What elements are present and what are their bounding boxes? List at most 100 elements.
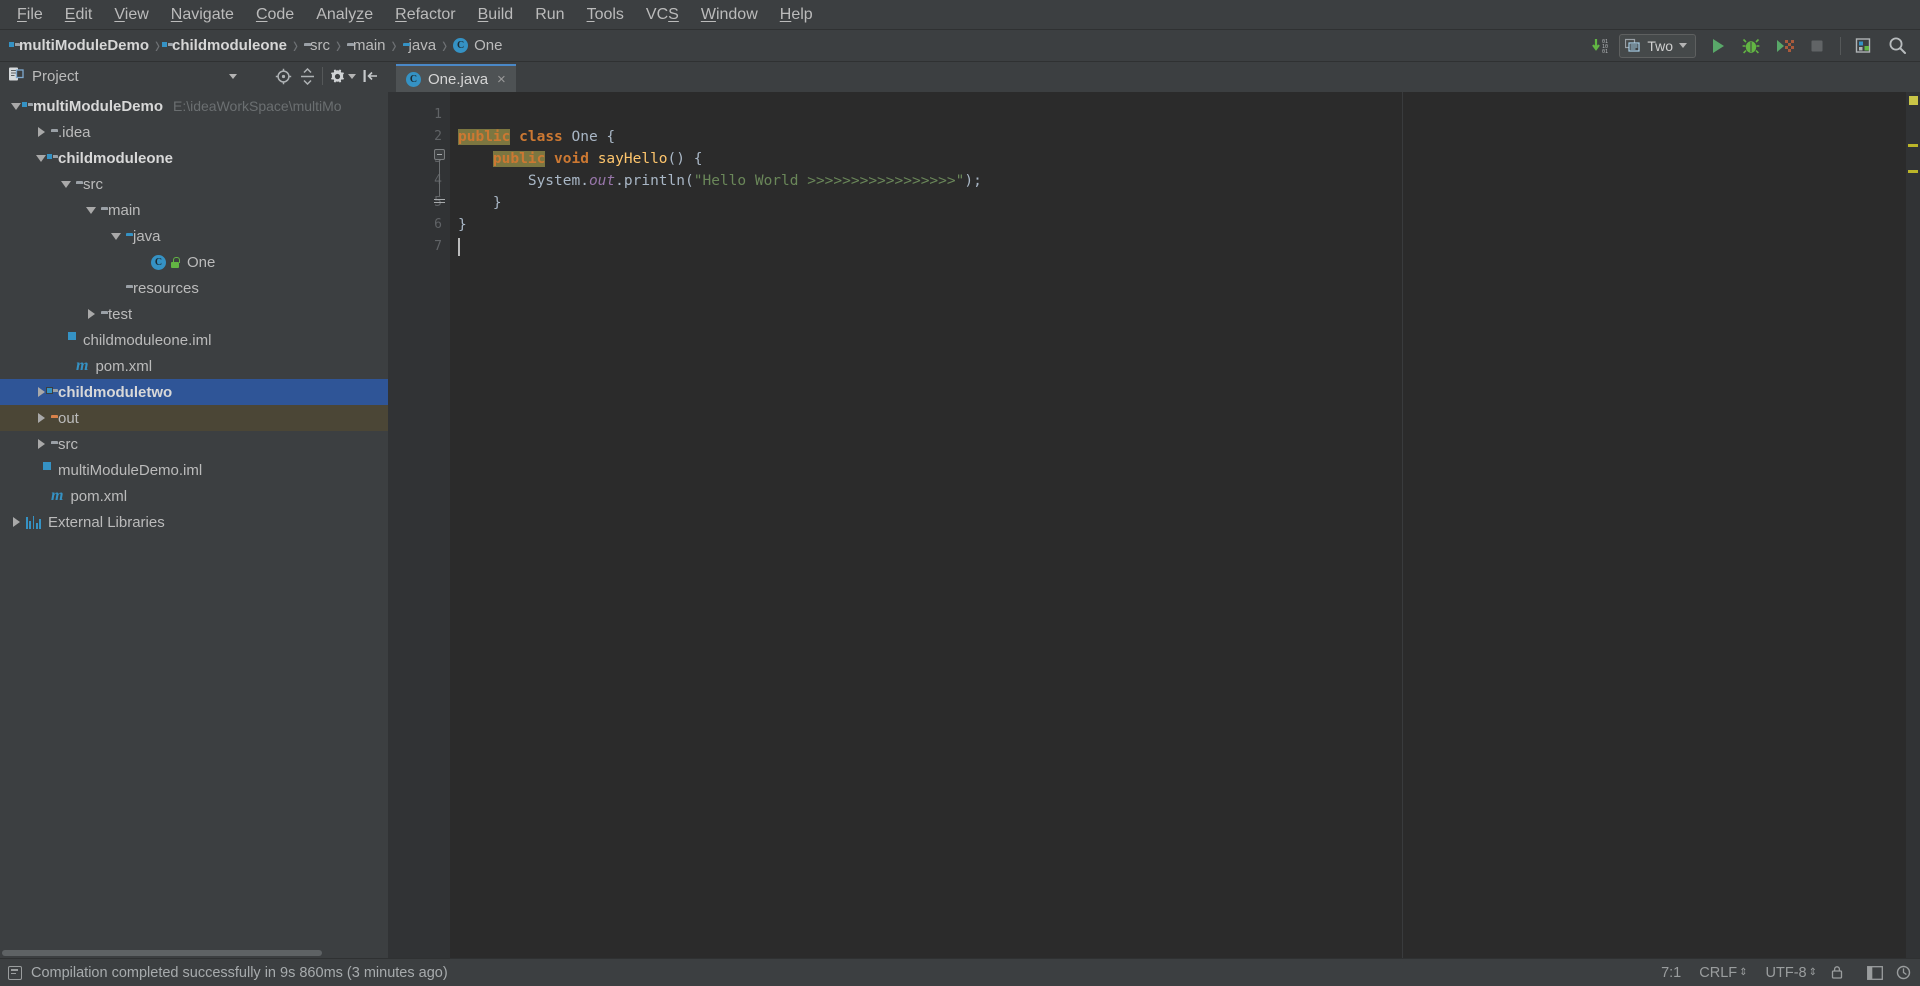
tree-node-label: multiModuleDemo [33, 97, 163, 115]
code-line[interactable]: public void sayHello() { [450, 148, 1906, 170]
run-configuration-selector[interactable]: Two [1619, 33, 1696, 58]
caret-position[interactable]: 7:1 [1652, 963, 1690, 983]
menu-item-file[interactable]: File [6, 2, 54, 28]
line-number-gutter[interactable]: 1234567 [388, 92, 450, 958]
tree-node--idea[interactable]: .idea [0, 119, 388, 145]
read-only-lock-icon[interactable] [1826, 963, 1848, 983]
collapse-all-icon[interactable] [295, 65, 319, 87]
menu-item-window[interactable]: Window [690, 2, 769, 28]
code-line[interactable]: System.out.println("Hello World >>>>>>>>… [450, 170, 1906, 192]
tree-node-multimoduledemo-iml[interactable]: multiModuleDemo.iml [0, 457, 388, 483]
chevron-right-icon[interactable] [33, 436, 49, 452]
code-line[interactable] [450, 104, 1906, 126]
text-caret [458, 238, 460, 256]
project-structure-button[interactable] [1849, 33, 1879, 59]
warning-marker[interactable] [1908, 170, 1918, 173]
code-line[interactable] [450, 236, 1906, 258]
chevron-right-icon[interactable] [33, 124, 49, 140]
status-message-area[interactable]: Compilation completed successfully in 9s… [8, 965, 1652, 981]
encoding-label: UTF-8 [1765, 964, 1807, 981]
tree-node-src[interactable]: src [0, 171, 388, 197]
project-tree[interactable]: multiModuleDemo E:\ideaWorkSpace\multiMo.… [0, 90, 388, 948]
chevron-right-icon[interactable] [83, 306, 99, 322]
debug-button[interactable] [1736, 33, 1766, 59]
tree-node-test[interactable]: test [0, 301, 388, 327]
breadcrumb-src[interactable]: src [299, 35, 335, 56]
inspection-status-icon[interactable] [1909, 96, 1918, 105]
menu-item-view[interactable]: View [103, 2, 159, 28]
chevron-down-icon[interactable] [108, 228, 124, 244]
tree-node-label: resources [133, 279, 199, 297]
code-editor[interactable]: 1234567 public class One { public void s… [388, 92, 1920, 958]
tree-node-one[interactable]: C One [0, 249, 388, 275]
tree-node-pom-xml[interactable]: m pom.xml [0, 483, 388, 509]
run-button[interactable] [1703, 33, 1733, 59]
tree-node-resources[interactable]: resources [0, 275, 388, 301]
file-encoding[interactable]: UTF-8 ⇕ [1757, 963, 1826, 983]
menu-item-run[interactable]: Run [524, 2, 575, 28]
menu-item-analyze[interactable]: Analyze [305, 2, 384, 28]
menu-item-refactor[interactable]: Refactor [384, 2, 466, 28]
tree-node-external-libraries[interactable]: External Libraries [0, 509, 388, 535]
warning-marker[interactable] [1908, 144, 1918, 147]
code-token: One { [562, 129, 616, 145]
fold-region-line [439, 160, 440, 196]
settings-gear-icon[interactable] [326, 65, 358, 87]
chevron-down-icon[interactable] [58, 176, 74, 192]
breadcrumb-java[interactable]: java [398, 35, 442, 56]
breadcrumb-one[interactable]: C One [448, 35, 507, 56]
line-separator[interactable]: CRLF ⇕ [1690, 963, 1756, 983]
chevron-right-icon[interactable] [33, 410, 49, 426]
breadcrumb-separator: › [442, 31, 448, 60]
run-with-coverage-button[interactable] [1769, 33, 1799, 59]
breadcrumb-multimoduledemo[interactable]: multiModuleDemo [8, 35, 154, 56]
tree-node-multimoduledemo[interactable]: multiModuleDemo E:\ideaWorkSpace\multiMo [0, 93, 388, 119]
chevron-down-icon[interactable] [83, 202, 99, 218]
editor-marker-bar[interactable] [1906, 92, 1920, 958]
project-horizontal-scrollbar[interactable] [0, 948, 388, 958]
code-line[interactable]: } [450, 214, 1906, 236]
main-area: Project multiModuleDemo E:\ideaWorkSpace… [0, 62, 1920, 958]
code-line[interactable]: } [450, 192, 1906, 214]
tab-one-java[interactable]: C One.java × [396, 64, 516, 92]
hide-panel-icon[interactable] [358, 65, 382, 87]
scrollbar-thumb[interactable] [2, 950, 322, 956]
stop-button[interactable] [1802, 33, 1832, 59]
breadcrumb-childmoduleone[interactable]: childmoduleone [161, 35, 292, 56]
update-project-icon[interactable]: 01 10 01 [1586, 33, 1616, 59]
tree-node-src[interactable]: src [0, 431, 388, 457]
menu-item-tools[interactable]: Tools [576, 2, 635, 28]
code-text[interactable]: public class One { public void sayHello(… [450, 92, 1906, 958]
search-everywhere-icon[interactable] [1882, 33, 1912, 59]
breadcrumb-main[interactable]: main [342, 35, 391, 56]
chevron-down-icon [229, 73, 237, 79]
tree-node-pom-xml[interactable]: m pom.xml [0, 353, 388, 379]
menu-item-help[interactable]: Help [769, 2, 824, 28]
line-number: 1 [434, 107, 442, 122]
close-icon[interactable]: × [495, 72, 508, 87]
tree-node-childmoduletwo[interactable]: childmoduletwo [0, 379, 388, 405]
menu-item-build[interactable]: Build [467, 2, 525, 28]
locate-icon[interactable] [271, 65, 295, 87]
code-line[interactable]: public class One { [450, 126, 1906, 148]
toggle-sidebar-icon[interactable] [1864, 963, 1886, 983]
tree-node-label: out [58, 409, 79, 427]
event-log-icon[interactable] [8, 965, 22, 980]
tree-node-childmoduleone-iml[interactable]: childmoduleone.iml [0, 327, 388, 353]
breadcrumb-label: src [310, 37, 331, 54]
tree-node-childmoduleone[interactable]: childmoduleone [0, 145, 388, 171]
code-token: ); [964, 173, 982, 189]
chevron-right-icon[interactable] [8, 514, 24, 530]
menu-item-navigate[interactable]: Navigate [160, 2, 245, 28]
fold-collapse-icon[interactable] [434, 149, 445, 160]
menu-item-vcs[interactable]: VCS [635, 2, 690, 28]
tree-node-java[interactable]: java [0, 223, 388, 249]
menu-item-edit[interactable]: Edit [54, 2, 104, 28]
project-view-dropdown[interactable] [221, 65, 245, 87]
fold-region-end-icon[interactable] [434, 196, 445, 205]
menu-item-code[interactable]: Code [245, 2, 305, 28]
tree-node-main[interactable]: main [0, 197, 388, 223]
tree-node-out[interactable]: out [0, 405, 388, 431]
background-tasks-icon[interactable] [1892, 963, 1914, 983]
